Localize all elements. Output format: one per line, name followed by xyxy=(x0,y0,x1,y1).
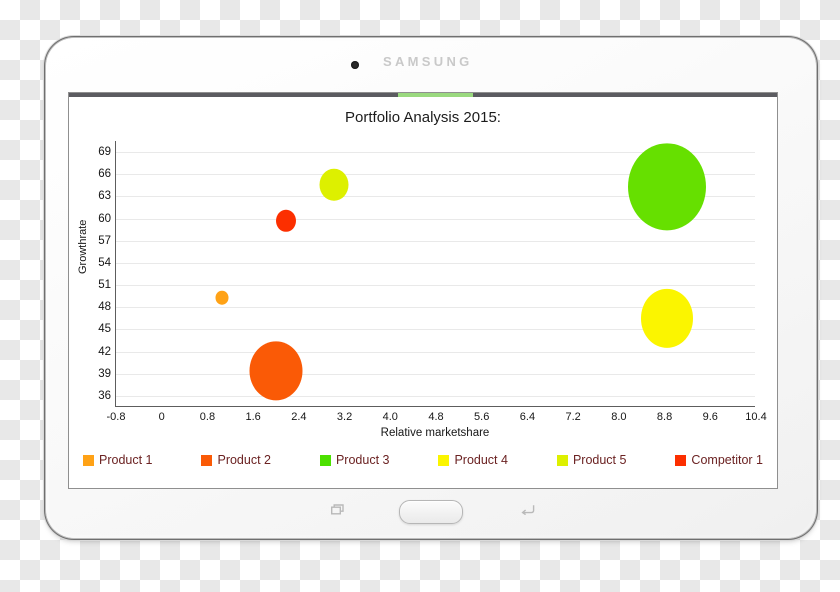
plot-area: 69 66 63 60 57 54 51 48 45 42 39 36 -0.8 0 0.8 1.6 2.4 3.… xyxy=(98,141,767,423)
legend-label: Product 1 xyxy=(99,453,153,467)
legend-label: Product 2 xyxy=(217,453,271,467)
y-axis-tick-label: 48 xyxy=(98,301,111,314)
y-axis-tick-label: 42 xyxy=(98,345,111,358)
chart-title: Portfolio Analysis 2015: xyxy=(345,109,501,126)
y-axis-title: Growthrate xyxy=(77,219,89,274)
gridline xyxy=(116,395,755,397)
x-axis-tick-label: 8.0 xyxy=(611,411,627,423)
home-button[interactable] xyxy=(399,500,463,524)
x-axis-tick-label: 10.4 xyxy=(745,411,767,423)
legend-swatch-icon xyxy=(675,454,687,466)
x-axis-tick-label: 9.6 xyxy=(702,411,718,423)
legend-swatch-icon xyxy=(438,454,450,466)
x-axis-tick-label: 2.4 xyxy=(291,411,307,423)
tablet-device: SAMSUNG Portfolio Analysis 2015: Growthr… xyxy=(46,38,816,538)
legend-label: Competitor 1 xyxy=(691,453,763,467)
x-axis-tick-label: 4.8 xyxy=(428,411,444,423)
y-axis-tick-label: 45 xyxy=(98,323,111,336)
legend-label: Product 3 xyxy=(335,453,390,467)
camera-dot-icon xyxy=(351,61,359,69)
gridline xyxy=(116,262,755,264)
gridline xyxy=(116,285,755,287)
bubble-product-2[interactable] xyxy=(249,341,303,401)
gridline xyxy=(116,240,755,242)
chart-legend: Product 1 Product 2 Product 3 Product 4 Prod… xyxy=(83,453,763,467)
bubble-competitor-1[interactable] xyxy=(276,209,297,232)
y-axis-tick-label: 39 xyxy=(98,367,111,380)
y-axis-tick-label: 63 xyxy=(98,190,111,203)
legend-item-product-2[interactable]: Product 2 xyxy=(201,453,271,467)
y-axis-tick-label: 51 xyxy=(98,279,111,292)
x-axis-title: Relative marketshare xyxy=(380,427,490,439)
x-axis-tick-label: 6.4 xyxy=(519,411,536,423)
recent-apps-icon[interactable] xyxy=(331,504,344,515)
y-axis-tick-label: 69 xyxy=(98,146,111,159)
legend-item-product-3[interactable]: Product 3 xyxy=(319,453,390,467)
samsung-brand-logo: SAMSUNG xyxy=(383,54,473,69)
x-axis-tick-label: 7.2 xyxy=(565,411,581,423)
y-axis-tick-label: 54 xyxy=(98,256,111,269)
back-icon[interactable] xyxy=(521,503,535,515)
y-axis-tick-label: 36 xyxy=(98,389,111,402)
y-axis-tick-label: 60 xyxy=(98,212,111,225)
tablet-screen[interactable]: Portfolio Analysis 2015: Growthrate 69 66… xyxy=(68,92,778,489)
bubble-product-3[interactable] xyxy=(628,143,707,231)
legend-swatch-icon xyxy=(83,454,94,466)
legend-swatch-icon xyxy=(556,454,568,466)
x-axis-tick-label: 0.8 xyxy=(199,411,216,423)
gridline xyxy=(116,373,755,375)
bubble-product-1[interactable] xyxy=(215,290,229,305)
legend-item-product-4[interactable]: Product 4 xyxy=(438,453,508,467)
legend-item-competitor-1[interactable]: Competitor 1 xyxy=(675,453,763,467)
gridline xyxy=(116,351,755,353)
legend-swatch-icon xyxy=(319,454,331,466)
x-axis-tick-label: 5.6 xyxy=(474,411,490,423)
bubble-chart: Portfolio Analysis 2015: Growthrate 69 66… xyxy=(69,97,777,488)
y-axis-tick-label: 57 xyxy=(98,234,111,247)
tablet-top-bezel: SAMSUNG xyxy=(46,38,816,90)
y-axis-tick-label: 66 xyxy=(98,168,111,181)
legend-item-product-1[interactable]: Product 1 xyxy=(83,453,153,467)
tablet-bottom-bezel xyxy=(46,490,816,538)
legend-item-product-5[interactable]: Product 5 xyxy=(556,453,627,467)
legend-label: Product 4 xyxy=(454,453,508,467)
x-axis-tick-label: 3.2 xyxy=(336,411,353,423)
x-axis-tick-label: 1.6 xyxy=(245,411,261,423)
x-axis-tick-label: 4.0 xyxy=(382,411,398,423)
legend-label: Product 5 xyxy=(572,453,627,467)
legend-swatch-icon xyxy=(201,454,213,466)
bubble-product-4[interactable] xyxy=(641,289,694,348)
x-axis-tick-label: 0 xyxy=(158,411,165,423)
x-axis-tick-label: -0.8 xyxy=(106,411,126,423)
x-axis-tick-label: 8.8 xyxy=(656,411,673,423)
